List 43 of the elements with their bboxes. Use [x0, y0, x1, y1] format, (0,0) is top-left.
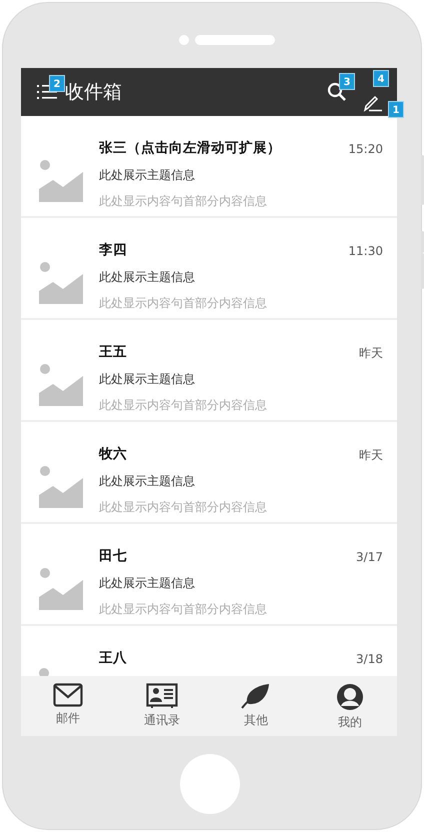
- leaf-icon: [241, 683, 271, 709]
- subject-text: 此处展示主题信息: [99, 167, 196, 184]
- envelope-icon: [53, 683, 83, 707]
- message-time: 11:30: [348, 243, 383, 260]
- message-time: 15:20: [348, 141, 383, 158]
- preview-text: 此处显示内容句首部分内容信息: [99, 397, 268, 414]
- annotation-marker: 3: [339, 73, 355, 90]
- tab-button[interactable]: 邮件: [21, 676, 115, 736]
- tab-button[interactable]: 我的: [303, 676, 397, 736]
- annotation-marker: 2: [49, 75, 65, 92]
- message-row[interactable]: 牧六 此处展示主题信息 此处显示内容句首部分内容信息 昨天: [21, 422, 397, 522]
- preview-text: 此处显示内容句首部分内容信息: [99, 601, 268, 618]
- subject-text: 此处展示主题信息: [99, 371, 196, 388]
- message-time: 3/18: [356, 651, 383, 668]
- sender-name: 王五: [99, 343, 128, 362]
- message-time: 昨天: [359, 345, 383, 362]
- message-row[interactable]: 张三（点击向左滑动可扩展） 此处展示主题信息 此处显示内容句首部分内容信息 15:20: [21, 116, 397, 216]
- header-title: 收件箱: [65, 80, 122, 105]
- sender-name: 李四: [99, 241, 128, 260]
- sender-name: 田七: [99, 547, 128, 566]
- subject-text: 此处展示主题信息: [99, 269, 196, 286]
- message-row[interactable]: 王五 此处展示主题信息 此处显示内容句首部分内容信息 昨天: [21, 320, 397, 420]
- tab-button[interactable]: 其他: [209, 676, 303, 736]
- preview-text: 此处显示内容句首部分内容信息: [99, 193, 268, 210]
- message-time: 3/17: [356, 549, 383, 566]
- message-time: 昨天: [359, 447, 383, 464]
- sender-name: 王八: [99, 649, 128, 668]
- contact-card-icon: [146, 683, 178, 709]
- subject-text: 此处展示主题信息: [99, 473, 196, 490]
- message-row[interactable]: 田七 此处展示主题信息 此处显示内容句首部分内容信息 3/17: [21, 524, 397, 624]
- camera-dot: [179, 35, 189, 45]
- preview-text: 此处显示内容句首部分内容信息: [99, 295, 268, 312]
- tab-button[interactable]: 通讯录: [115, 676, 209, 736]
- subject-text: 此处展示主题信息: [99, 575, 196, 592]
- message-row[interactable]: 王八 3/18: [21, 626, 397, 676]
- sender-name: 牧六: [99, 445, 128, 464]
- sender-name: 张三（点击向左滑动可扩展）: [99, 139, 282, 158]
- annotation-marker: 1: [388, 101, 404, 118]
- pencil-icon[interactable]: [363, 94, 383, 112]
- message-row[interactable]: 李四 此处展示主题信息 此处显示内容句首部分内容信息 11:30: [21, 218, 397, 318]
- preview-text: 此处显示内容句首部分内容信息: [99, 499, 268, 516]
- user-avatar-icon: [336, 683, 364, 711]
- annotation-marker: 4: [373, 70, 389, 87]
